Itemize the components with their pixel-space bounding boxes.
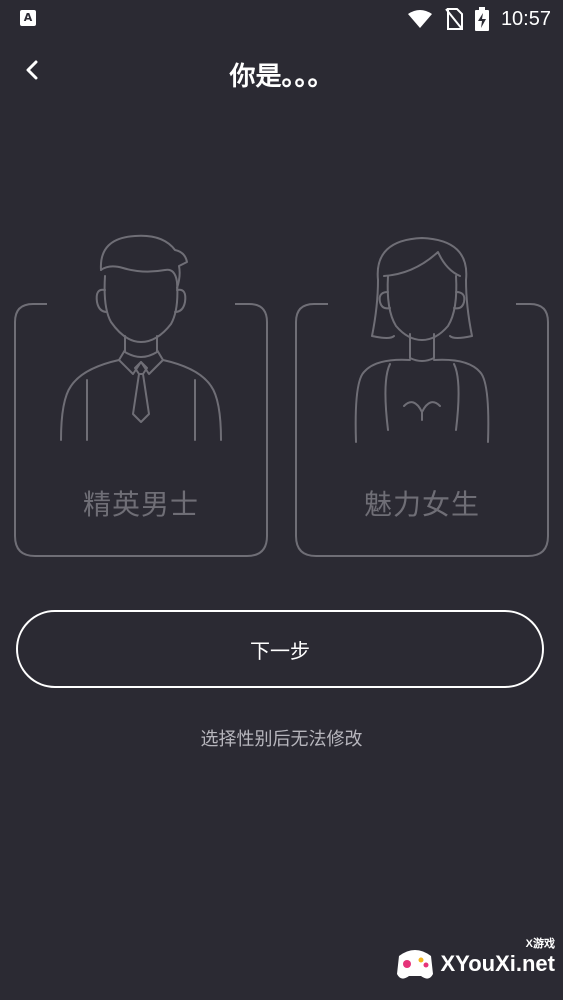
battery-charging-icon — [474, 7, 489, 31]
woman-icon — [354, 237, 490, 443]
watermark: X游戏 XYouXi.net — [393, 938, 556, 986]
watermark-brand: X游戏 XYouXi.net — [440, 938, 556, 977]
gender-card-female[interactable]: 魅力女生 — [294, 237, 550, 558]
status-time: 10:57 — [500, 7, 551, 30]
watermark-brand-text: XYouXi.net — [440, 951, 556, 976]
next-button[interactable]: 下一步 — [16, 610, 544, 688]
watermark-small-text: X游戏 — [525, 938, 555, 950]
wifi-icon — [407, 10, 432, 28]
page-title: 你是。。。 — [229, 62, 334, 92]
next-button-label: 下一步 — [250, 638, 310, 663]
status-bar: A 10:57 — [0, 0, 563, 38]
gender-label-male: 精英男士 — [82, 488, 199, 521]
gender-label-female: 魅力女生 — [363, 488, 480, 521]
gender-card-male[interactable]: 精英男士 — [13, 234, 269, 558]
gender-hint-text: 选择性别后无法修改 — [200, 729, 363, 750]
app-notification-icon: A — [20, 10, 36, 26]
no-sim-icon — [445, 8, 463, 30]
gamepad-logo-icon — [396, 950, 433, 979]
status-icons: 10:57 — [407, 6, 551, 32]
header: 你是。。。 — [0, 48, 563, 96]
businessman-icon — [60, 234, 222, 441]
